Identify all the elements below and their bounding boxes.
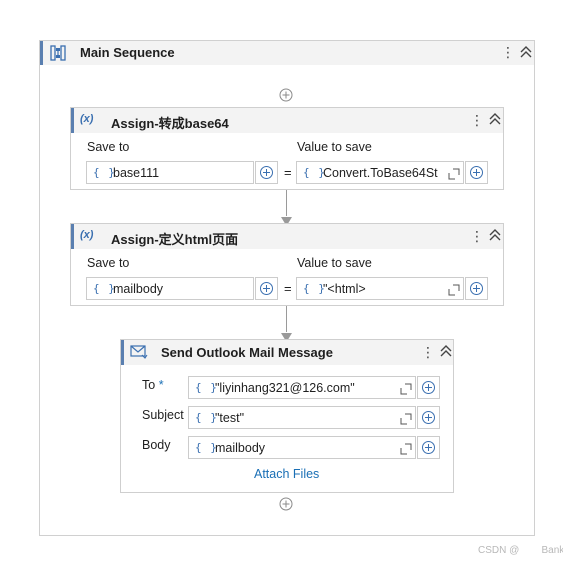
to-field[interactable]: { } "liyinhang321@126.com" [188,376,416,399]
required-mark: * [158,378,164,392]
value-add-button[interactable] [465,277,488,300]
subject-add-button[interactable] [417,406,440,429]
save-to-add-button[interactable] [255,161,278,184]
value-to-save-field[interactable]: { } Convert.ToBase64St [296,161,464,184]
expand-editor-icon[interactable] [400,382,412,395]
body-field[interactable]: { } mailbody [188,436,416,459]
assign-variable-icon: (x) [80,229,94,241]
attach-files-link[interactable]: Attach Files [254,467,319,481]
main-sequence-header[interactable]: Main Sequence ⋮ [40,41,534,65]
body-label: Body [142,438,171,452]
subject-value: "test" [215,411,245,425]
add-activity-top-icon[interactable] [279,88,293,102]
expand-editor-icon[interactable] [448,283,460,296]
send-mail-header[interactable]: Send Outlook Mail Message ⋮ [121,340,453,365]
send-outlook-mail-activity[interactable]: Send Outlook Mail Message ⋮ To * { } "li… [120,339,454,493]
save-to-label: Save to [87,140,130,154]
sequence-icon [50,45,66,66]
send-mail-collapse-icon[interactable] [439,343,453,359]
subject-label: Subject [142,408,184,422]
add-activity-bottom-icon[interactable] [279,497,293,511]
value-to-save-value: Convert.ToBase64St [323,166,438,180]
value-to-save-label: Value to save [297,256,372,270]
assign-html-more-icon[interactable]: ⋮ [470,228,484,244]
main-sequence-collapse-icon[interactable] [519,44,533,60]
assign-variable-icon: (x) [80,113,94,125]
save-to-add-button[interactable] [255,277,278,300]
send-mail-more-icon[interactable]: ⋮ [421,344,435,360]
to-label-text: To [142,378,156,392]
equals-sign: = [284,165,292,180]
body-add-button[interactable] [417,436,440,459]
save-to-field[interactable]: { } base111 [86,161,254,184]
save-to-value: base111 [113,166,160,180]
assign-base64-collapse-icon[interactable] [488,111,502,127]
save-to-value: mailbody [113,282,164,296]
to-add-button[interactable] [417,376,440,399]
assign-base64-title: Assign-转成base64 [111,116,229,131]
assign-html-header[interactable]: (x) Assign-定义html页面 ⋮ [71,224,503,249]
assign-base64-more-icon[interactable]: ⋮ [470,112,484,128]
value-add-button[interactable] [465,161,488,184]
expand-editor-icon[interactable] [400,412,412,425]
value-to-save-value: "<html> [323,282,366,296]
expand-editor-icon[interactable] [448,167,460,180]
main-sequence-more-icon[interactable]: ⋮ [501,44,515,60]
assign-html-title: Assign-定义html页面 [111,232,239,247]
send-mail-title: Send Outlook Mail Message [161,345,333,360]
subject-field[interactable]: { } "test" [188,406,416,429]
save-to-field[interactable]: { } mailbody [86,277,254,300]
to-label: To * [142,378,164,392]
assign-base64-header[interactable]: (x) Assign-转成base64 ⋮ [71,108,503,133]
mail-icon [130,344,148,365]
assign-base64-activity[interactable]: (x) Assign-转成base64 ⋮ Save to Value to s… [70,107,504,190]
main-sequence-title: Main Sequence [80,45,175,60]
equals-sign: = [284,281,292,296]
body-value: mailbody [215,441,266,455]
assign-html-activity[interactable]: (x) Assign-定义html页面 ⋮ Save to Value to s… [70,223,504,306]
expand-editor-icon[interactable] [400,442,412,455]
assign-html-collapse-icon[interactable] [488,227,502,243]
value-to-save-field[interactable]: { } "<html> [296,277,464,300]
save-to-label: Save to [87,256,130,270]
watermark-text: CSDN @ Bank [478,545,563,556]
value-to-save-label: Value to save [297,140,372,154]
to-value: "liyinhang321@126.com" [215,381,355,395]
